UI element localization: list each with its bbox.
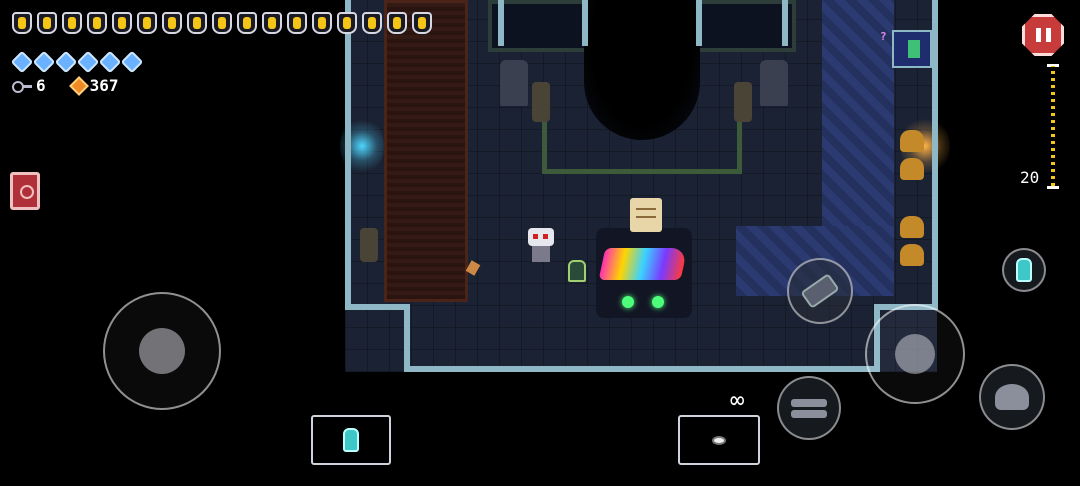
brazier-left — [532, 82, 550, 122]
heart-container-icon — [87, 12, 107, 34]
dodge-roll-icon — [995, 384, 1029, 410]
gun-slot[interactable] — [678, 415, 760, 465]
zoom-slider-bottom — [1047, 186, 1059, 189]
altar-frame — [542, 100, 742, 174]
current-gun-icon — [712, 435, 726, 445]
inventory-counters: 6 367 — [12, 75, 119, 96]
wall-lamp-1 — [900, 130, 924, 152]
pedestal-orb-left — [622, 296, 634, 308]
pedestal-orb-right — [652, 296, 664, 308]
statue-right — [760, 60, 788, 106]
aim-joystick-knob[interactable] — [895, 334, 935, 374]
dodge-roll-button[interactable] — [979, 364, 1045, 430]
swap-weapon-icon — [791, 397, 827, 419]
blank-icon — [76, 50, 100, 74]
wall-bottom-left — [345, 304, 409, 310]
wall-inner-left — [404, 304, 410, 372]
note-scroll[interactable] — [630, 198, 662, 232]
wall-upper-l1 — [498, 0, 504, 46]
player-character — [528, 228, 554, 262]
gun-icon[interactable] — [598, 248, 688, 280]
heart-container-icon — [387, 12, 407, 34]
shells-count: 367 — [89, 76, 119, 95]
heart-container-icon — [262, 12, 282, 34]
blank-icon — [98, 50, 122, 74]
red-carpet — [384, 0, 468, 302]
reload-icon — [800, 273, 840, 309]
wall-upper-r1 — [696, 0, 702, 46]
heart-container-icon — [137, 12, 157, 34]
heart-container-icon — [37, 12, 57, 34]
ammo-count: ∞ — [730, 386, 745, 414]
companion-pet — [568, 260, 586, 282]
heart-container-icon — [62, 12, 82, 34]
reload-button[interactable] — [787, 258, 853, 324]
blanks-bar — [10, 50, 144, 74]
heart-container-icon — [187, 12, 207, 34]
heart-container-icon — [287, 12, 307, 34]
zoom-value: 20 — [1020, 168, 1040, 187]
health-bar — [12, 12, 432, 34]
pause-icon — [1035, 28, 1041, 42]
heart-container-icon — [112, 12, 132, 34]
minimap-button[interactable] — [892, 30, 932, 68]
ammonomicon-book-icon[interactable] — [10, 172, 40, 210]
heart-container-icon — [162, 12, 182, 34]
wall-right — [932, 0, 938, 310]
wall-upper-l2 — [582, 0, 588, 46]
wall-lamp-4 — [900, 244, 924, 266]
wall-pillar-left — [360, 228, 378, 262]
swap-weapon-button[interactable] — [777, 376, 841, 440]
active-item-button[interactable] — [1002, 248, 1046, 292]
wall-lamp-3 — [900, 216, 924, 238]
zoom-slider[interactable] — [1051, 66, 1055, 186]
blank-icon — [32, 50, 56, 74]
heart-container-icon — [312, 12, 332, 34]
heart-container-icon — [412, 12, 432, 34]
upper-wall-right — [696, 0, 796, 52]
wall-lamp-2 — [900, 158, 924, 180]
heart-container-icon — [362, 12, 382, 34]
heart-container-icon — [12, 12, 32, 34]
heart-container-icon — [237, 12, 257, 34]
active-item-icon — [343, 428, 359, 452]
wall-bottom — [404, 366, 880, 372]
blank-icon — [54, 50, 78, 74]
wall-upper-r2 — [782, 0, 788, 46]
brazier-right — [734, 82, 752, 122]
heart-container-icon — [337, 12, 357, 34]
pause-button[interactable] — [1022, 14, 1064, 56]
blank-icon — [120, 50, 144, 74]
shell-casing-icon — [68, 75, 89, 96]
heart-container-icon — [212, 12, 232, 34]
wall-left — [345, 0, 351, 310]
blank-potion-icon — [1016, 258, 1032, 282]
minimap-marker: ? — [880, 30, 887, 43]
active-item-slot[interactable] — [311, 415, 391, 465]
keys-count: 6 — [36, 76, 46, 95]
blank-icon — [10, 50, 34, 74]
statue-left — [500, 60, 528, 106]
move-joystick-knob[interactable] — [139, 328, 185, 374]
key-icon — [12, 79, 32, 93]
